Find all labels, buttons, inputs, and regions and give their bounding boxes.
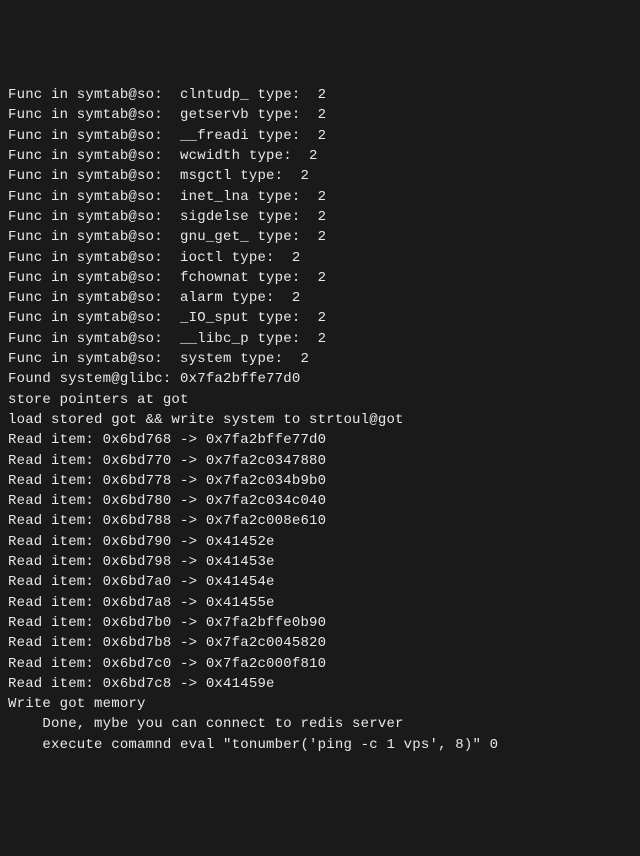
terminal-line: Read item: 0x6bd780 -> 0x7fa2c034c040 [8,491,632,511]
terminal-line: Done, mybe you can connect to redis serv… [8,714,632,734]
terminal-line: Read item: 0x6bd7b0 -> 0x7fa2bffe0b90 [8,613,632,633]
terminal-line: Read item: 0x6bd790 -> 0x41452e [8,532,632,552]
terminal-line: Read item: 0x6bd788 -> 0x7fa2c008e610 [8,511,632,531]
terminal-line: Read item: 0x6bd7a8 -> 0x41455e [8,593,632,613]
terminal-line: Read item: 0x6bd7c0 -> 0x7fa2c000f810 [8,654,632,674]
terminal-line: Func in symtab@so: sigdelse type: 2 [8,207,632,227]
terminal-output: Func in symtab@so: clntudp_ type: 2Func … [8,85,632,755]
terminal-line: Func in symtab@so: _IO_sput type: 2 [8,308,632,328]
terminal-line: Read item: 0x6bd770 -> 0x7fa2c0347880 [8,451,632,471]
terminal-line: Func in symtab@so: inet_lna type: 2 [8,187,632,207]
terminal-line: Found system@glibc: 0x7fa2bffe77d0 [8,369,632,389]
terminal-line: Func in symtab@so: clntudp_ type: 2 [8,85,632,105]
terminal-line: store pointers at got [8,390,632,410]
terminal-line: Func in symtab@so: fchownat type: 2 [8,268,632,288]
terminal-line: Func in symtab@so: wcwidth type: 2 [8,146,632,166]
terminal-line: Read item: 0x6bd778 -> 0x7fa2c034b9b0 [8,471,632,491]
terminal-line: Read item: 0x6bd798 -> 0x41453e [8,552,632,572]
terminal-line: Func in symtab@so: system type: 2 [8,349,632,369]
terminal-line: Read item: 0x6bd7c8 -> 0x41459e [8,674,632,694]
terminal-line: Read item: 0x6bd7b8 -> 0x7fa2c0045820 [8,633,632,653]
terminal-line: Write got memory [8,694,632,714]
terminal-line: Func in symtab@so: msgctl type: 2 [8,166,632,186]
terminal-line: Func in symtab@so: gnu_get_ type: 2 [8,227,632,247]
terminal-line: Func in symtab@so: __freadi type: 2 [8,126,632,146]
terminal-line: Func in symtab@so: getservb type: 2 [8,105,632,125]
terminal-line: execute comamnd eval "tonumber('ping -c … [8,735,632,755]
terminal-line: Func in symtab@so: ioctl type: 2 [8,248,632,268]
terminal-line: Read item: 0x6bd7a0 -> 0x41454e [8,572,632,592]
terminal-line: Func in symtab@so: __libc_p type: 2 [8,329,632,349]
terminal-line: load stored got && write system to strto… [8,410,632,430]
terminal-line: Read item: 0x6bd768 -> 0x7fa2bffe77d0 [8,430,632,450]
terminal-line: Func in symtab@so: alarm type: 2 [8,288,632,308]
